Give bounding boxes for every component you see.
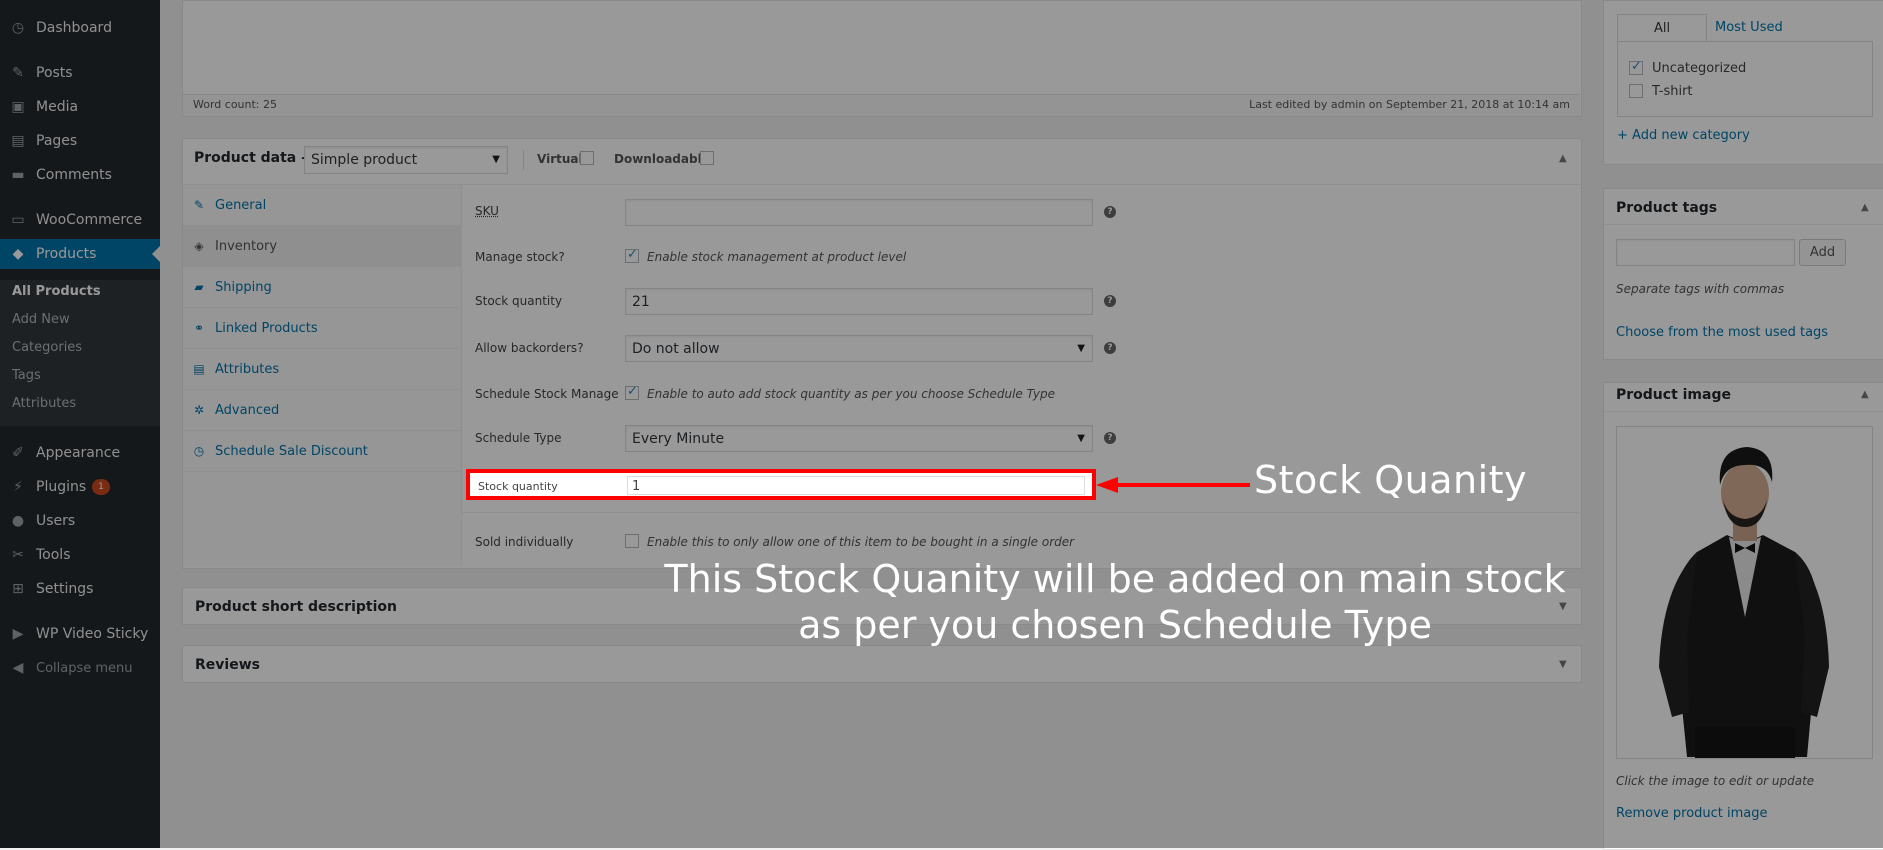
scheduled-stock-quantity-input[interactable]: 1 (627, 476, 1085, 495)
scheduled-stock-quantity-label: Stock quantity (478, 480, 558, 493)
annotation-note-line-1: This Stock Quanity will be added on main… (664, 557, 1566, 601)
callout-arrow-icon (1096, 477, 1250, 493)
dim-overlay (0, 0, 1883, 848)
annotation-note: This Stock Quanity will be added on main… (640, 556, 1590, 648)
highlighted-stock-quantity-field: Stock quantity 1 (466, 469, 1096, 500)
annotation-note-line-2: as per you chosen Schedule Type (798, 603, 1432, 647)
callout-text: Stock Quanity (1254, 458, 1528, 502)
